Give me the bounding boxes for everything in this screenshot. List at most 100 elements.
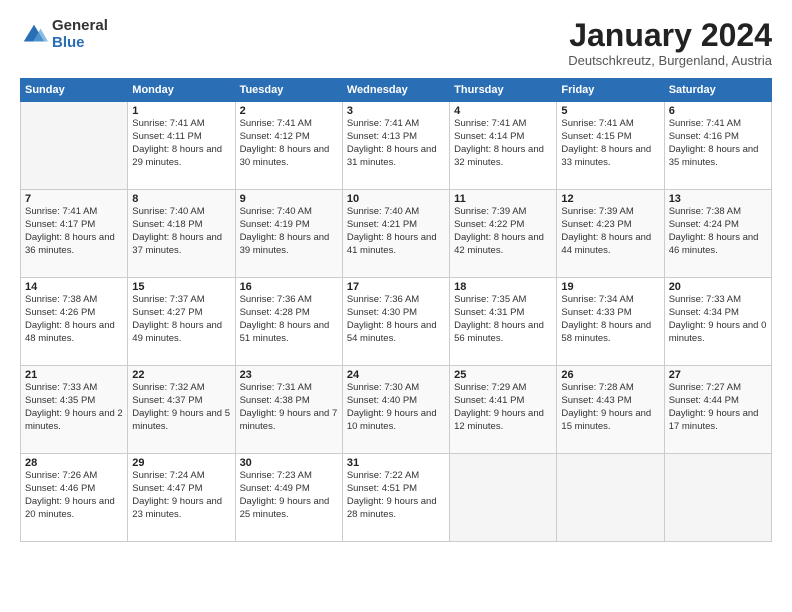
sunset-label: Sunset: 4:51 PM: [347, 483, 417, 494]
day-info: Sunrise: 7:29 AM Sunset: 4:41 PM Dayligh…: [454, 382, 552, 433]
calendar-cell: 29 Sunrise: 7:24 AM Sunset: 4:47 PM Dayl…: [128, 454, 235, 542]
calendar-week-0: 1 Sunrise: 7:41 AM Sunset: 4:11 PM Dayli…: [21, 102, 772, 190]
daylight-label: Daylight: 8 hours and 54 minutes.: [347, 320, 437, 344]
day-info: Sunrise: 7:41 AM Sunset: 4:17 PM Dayligh…: [25, 206, 123, 257]
sunset-label: Sunset: 4:43 PM: [561, 395, 631, 406]
day-number: 31: [347, 457, 445, 469]
sunrise-label: Sunrise: 7:27 AM: [669, 382, 741, 393]
daylight-label: Daylight: 8 hours and 44 minutes.: [561, 232, 651, 256]
month-title: January 2024: [568, 18, 772, 53]
day-number: 3: [347, 105, 445, 117]
day-number: 30: [240, 457, 338, 469]
daylight-label: Daylight: 9 hours and 15 minutes.: [561, 408, 651, 432]
sunset-label: Sunset: 4:23 PM: [561, 219, 631, 230]
sunset-label: Sunset: 4:33 PM: [561, 307, 631, 318]
day-info: Sunrise: 7:32 AM Sunset: 4:37 PM Dayligh…: [132, 382, 230, 433]
sunrise-label: Sunrise: 7:41 AM: [347, 118, 419, 129]
sunset-label: Sunset: 4:38 PM: [240, 395, 310, 406]
sunrise-label: Sunrise: 7:38 AM: [669, 206, 741, 217]
col-friday: Friday: [557, 79, 664, 102]
calendar-cell: 28 Sunrise: 7:26 AM Sunset: 4:46 PM Dayl…: [21, 454, 128, 542]
sunset-label: Sunset: 4:40 PM: [347, 395, 417, 406]
sunrise-label: Sunrise: 7:23 AM: [240, 470, 312, 481]
calendar-cell: 24 Sunrise: 7:30 AM Sunset: 4:40 PM Dayl…: [342, 366, 449, 454]
calendar-cell: 22 Sunrise: 7:32 AM Sunset: 4:37 PM Dayl…: [128, 366, 235, 454]
page: General Blue January 2024 Deutschkreutz,…: [0, 0, 792, 612]
calendar-cell: 3 Sunrise: 7:41 AM Sunset: 4:13 PM Dayli…: [342, 102, 449, 190]
day-info: Sunrise: 7:33 AM Sunset: 4:34 PM Dayligh…: [669, 294, 767, 345]
day-number: 28: [25, 457, 123, 469]
sunrise-label: Sunrise: 7:29 AM: [454, 382, 526, 393]
sunrise-label: Sunrise: 7:41 AM: [25, 206, 97, 217]
daylight-label: Daylight: 8 hours and 35 minutes.: [669, 144, 759, 168]
calendar-cell: 16 Sunrise: 7:36 AM Sunset: 4:28 PM Dayl…: [235, 278, 342, 366]
daylight-label: Daylight: 9 hours and 10 minutes.: [347, 408, 437, 432]
sunset-label: Sunset: 4:30 PM: [347, 307, 417, 318]
daylight-label: Daylight: 9 hours and 25 minutes.: [240, 496, 330, 520]
day-number: 27: [669, 369, 767, 381]
calendar-cell: 6 Sunrise: 7:41 AM Sunset: 4:16 PM Dayli…: [664, 102, 771, 190]
day-info: Sunrise: 7:27 AM Sunset: 4:44 PM Dayligh…: [669, 382, 767, 433]
sunrise-label: Sunrise: 7:36 AM: [347, 294, 419, 305]
day-number: 23: [240, 369, 338, 381]
day-number: 25: [454, 369, 552, 381]
day-info: Sunrise: 7:40 AM Sunset: 4:19 PM Dayligh…: [240, 206, 338, 257]
day-info: Sunrise: 7:41 AM Sunset: 4:11 PM Dayligh…: [132, 118, 230, 169]
logo-general-text: General: [52, 18, 108, 35]
day-info: Sunrise: 7:31 AM Sunset: 4:38 PM Dayligh…: [240, 382, 338, 433]
sunrise-label: Sunrise: 7:33 AM: [25, 382, 97, 393]
day-info: Sunrise: 7:36 AM Sunset: 4:28 PM Dayligh…: [240, 294, 338, 345]
calendar-cell: 4 Sunrise: 7:41 AM Sunset: 4:14 PM Dayli…: [450, 102, 557, 190]
day-number: 21: [25, 369, 123, 381]
sunset-label: Sunset: 4:19 PM: [240, 219, 310, 230]
day-number: 4: [454, 105, 552, 117]
sunrise-label: Sunrise: 7:26 AM: [25, 470, 97, 481]
calendar-cell: 31 Sunrise: 7:22 AM Sunset: 4:51 PM Dayl…: [342, 454, 449, 542]
sunrise-label: Sunrise: 7:30 AM: [347, 382, 419, 393]
sunrise-label: Sunrise: 7:28 AM: [561, 382, 633, 393]
day-info: Sunrise: 7:41 AM Sunset: 4:15 PM Dayligh…: [561, 118, 659, 169]
daylight-label: Daylight: 8 hours and 48 minutes.: [25, 320, 115, 344]
daylight-label: Daylight: 8 hours and 29 minutes.: [132, 144, 222, 168]
sunset-label: Sunset: 4:26 PM: [25, 307, 95, 318]
day-number: 1: [132, 105, 230, 117]
calendar-cell: 27 Sunrise: 7:27 AM Sunset: 4:44 PM Dayl…: [664, 366, 771, 454]
logo-text: General Blue: [52, 18, 108, 51]
calendar-cell: 18 Sunrise: 7:35 AM Sunset: 4:31 PM Dayl…: [450, 278, 557, 366]
day-number: 7: [25, 193, 123, 205]
calendar-cell: 20 Sunrise: 7:33 AM Sunset: 4:34 PM Dayl…: [664, 278, 771, 366]
daylight-label: Daylight: 9 hours and 20 minutes.: [25, 496, 115, 520]
calendar-cell: [557, 454, 664, 542]
sunset-label: Sunset: 4:44 PM: [669, 395, 739, 406]
daylight-label: Daylight: 9 hours and 17 minutes.: [669, 408, 759, 432]
daylight-label: Daylight: 8 hours and 56 minutes.: [454, 320, 544, 344]
calendar-cell: 19 Sunrise: 7:34 AM Sunset: 4:33 PM Dayl…: [557, 278, 664, 366]
daylight-label: Daylight: 8 hours and 41 minutes.: [347, 232, 437, 256]
location-subtitle: Deutschkreutz, Burgenland, Austria: [568, 53, 772, 68]
calendar-cell: 15 Sunrise: 7:37 AM Sunset: 4:27 PM Dayl…: [128, 278, 235, 366]
logo-icon: [20, 21, 48, 49]
logo-blue-text: Blue: [52, 35, 108, 52]
day-number: 22: [132, 369, 230, 381]
sunset-label: Sunset: 4:21 PM: [347, 219, 417, 230]
header: General Blue January 2024 Deutschkreutz,…: [20, 18, 772, 68]
day-number: 14: [25, 281, 123, 293]
sunrise-label: Sunrise: 7:31 AM: [240, 382, 312, 393]
day-info: Sunrise: 7:38 AM Sunset: 4:24 PM Dayligh…: [669, 206, 767, 257]
calendar-cell: [664, 454, 771, 542]
calendar-cell: 2 Sunrise: 7:41 AM Sunset: 4:12 PM Dayli…: [235, 102, 342, 190]
calendar-cell: 30 Sunrise: 7:23 AM Sunset: 4:49 PM Dayl…: [235, 454, 342, 542]
day-number: 5: [561, 105, 659, 117]
daylight-label: Daylight: 8 hours and 36 minutes.: [25, 232, 115, 256]
sunset-label: Sunset: 4:18 PM: [132, 219, 202, 230]
day-info: Sunrise: 7:41 AM Sunset: 4:16 PM Dayligh…: [669, 118, 767, 169]
sunset-label: Sunset: 4:37 PM: [132, 395, 202, 406]
sunrise-label: Sunrise: 7:40 AM: [240, 206, 312, 217]
calendar-cell: 1 Sunrise: 7:41 AM Sunset: 4:11 PM Dayli…: [128, 102, 235, 190]
calendar-week-1: 7 Sunrise: 7:41 AM Sunset: 4:17 PM Dayli…: [21, 190, 772, 278]
sunset-label: Sunset: 4:15 PM: [561, 131, 631, 142]
sunrise-label: Sunrise: 7:22 AM: [347, 470, 419, 481]
calendar-table: Sunday Monday Tuesday Wednesday Thursday…: [20, 78, 772, 542]
day-number: 20: [669, 281, 767, 293]
sunrise-label: Sunrise: 7:41 AM: [561, 118, 633, 129]
